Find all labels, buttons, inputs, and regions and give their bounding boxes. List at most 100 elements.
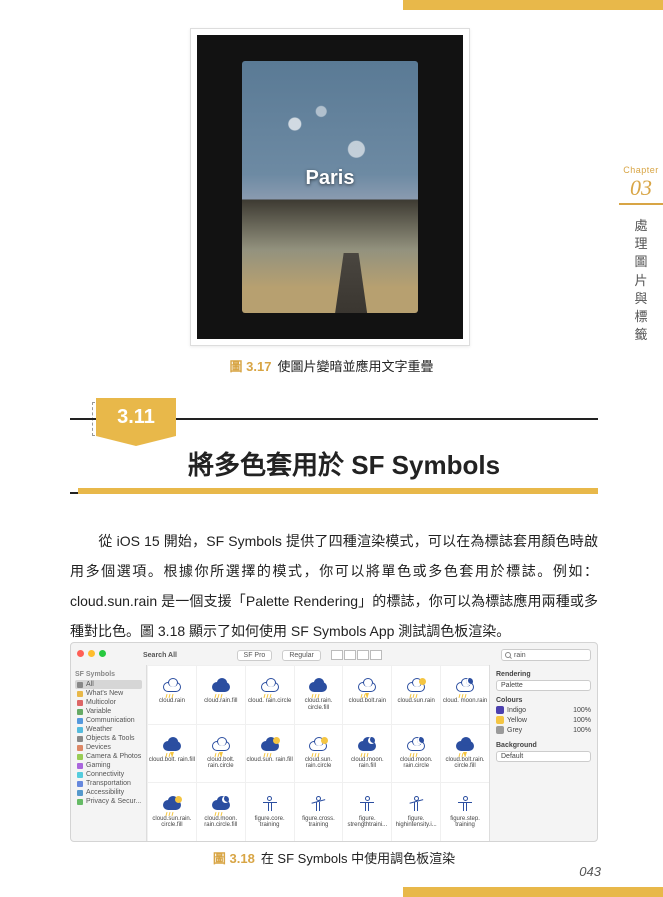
sidebar-label: Weather [86, 726, 112, 733]
symbol-name: cloud.bolt.rain. circle.fill [441, 757, 489, 770]
colour-swatch [496, 706, 504, 714]
sf-symbols-app-screenshot: Search All SF Pro Regular rain SF Symbol… [70, 642, 598, 842]
symbol-cell[interactable]: cloud.moon. rain.circle.fill [196, 782, 245, 841]
sidebar-label: Privacy & Secur... [86, 798, 141, 805]
sidebar-item[interactable]: Accessibility [75, 788, 142, 797]
symbol-cell[interactable]: cloud.sun.rain. circle.fill [147, 782, 196, 841]
section-number-badge: 3.11 [96, 398, 176, 436]
symbol-grid[interactable]: cloud.rain cloud.rain.fill cloud. rain.cir… [147, 665, 489, 841]
sidebar-label: Transportation [86, 780, 131, 787]
symbol-icon [211, 678, 231, 696]
symbol-cell[interactable]: cloud.rain. circle.fill [294, 665, 343, 724]
symbol-icon [308, 737, 328, 755]
sidebar-item[interactable]: Devices [75, 743, 142, 752]
sidebar-item[interactable]: Weather [75, 725, 142, 734]
colour-row[interactable]: Indigo100% [496, 706, 591, 714]
background-label: Background [496, 742, 591, 749]
background-dropdown[interactable]: Default [496, 751, 591, 762]
colour-value: 100% [573, 707, 591, 714]
symbol-cell[interactable]: cloud.sun.rain [391, 665, 440, 724]
symbol-name: cloud.rain.fill [204, 698, 237, 711]
symbol-icon [308, 678, 328, 696]
symbol-icon [455, 737, 475, 755]
symbol-cell[interactable]: cloud. rain.circle [245, 665, 294, 724]
search-icon [505, 652, 511, 658]
symbol-cell[interactable]: figure.core. training [245, 782, 294, 841]
sidebar-item[interactable]: What's New [75, 689, 142, 698]
maximize-icon[interactable] [99, 650, 106, 657]
colour-name: Yellow [507, 717, 527, 724]
view-segmented[interactable] [331, 650, 382, 660]
category-icon [77, 799, 83, 805]
symbol-cell[interactable]: figure. strengthtraini... [342, 782, 391, 841]
colour-value: 100% [573, 717, 591, 724]
sidebar-label: Gaming [86, 762, 111, 769]
font-dropdown[interactable]: SF Pro [237, 650, 273, 661]
symbol-cell[interactable]: cloud.rain.fill [196, 665, 245, 724]
figure-label: 圖 3.18 [213, 851, 255, 866]
symbol-cell[interactable]: cloud.bolt.rain. circle.fill [440, 724, 489, 783]
symbol-cell[interactable]: cloud.rain [147, 665, 196, 724]
symbol-cell[interactable]: cloud.moon. rain.fill [342, 724, 391, 783]
figure-3-18-caption: 圖 3.18 在 SF Symbols 中使用調色板渲染 [70, 848, 598, 867]
symbol-name: figure.cross. training [295, 816, 343, 829]
sidebar-item[interactable]: Multicolor [75, 698, 142, 707]
search-input[interactable]: rain [501, 649, 591, 661]
sf-toolbar: Search All SF Pro Regular rain [143, 647, 591, 663]
minimize-icon[interactable] [88, 650, 95, 657]
symbol-name: cloud. moon.rain [443, 698, 487, 711]
symbol-icon [455, 796, 475, 814]
sidebar-label: Communication [86, 717, 135, 724]
symbol-cell[interactable]: cloud.bolt. rain.circle [196, 724, 245, 783]
symbol-name: figure.step. training [441, 816, 489, 829]
sidebar-item[interactable]: Objects & Tools [75, 734, 142, 743]
category-icon [77, 745, 83, 751]
rendering-dropdown[interactable]: Palette [496, 680, 591, 691]
symbol-cell[interactable]: figure.cross. training [294, 782, 343, 841]
symbol-cell[interactable]: cloud.moon. rain.circle [391, 724, 440, 783]
rendering-label: Rendering [496, 671, 591, 678]
symbol-cell[interactable]: cloud.sun. rain.circle [294, 724, 343, 783]
sidebar-item[interactable]: All [75, 680, 142, 689]
sidebar-header: SF Symbols [75, 671, 142, 678]
symbol-name: figure.core. training [246, 816, 294, 829]
symbol-cell[interactable]: cloud.bolt.rain [342, 665, 391, 724]
bottom-accent [403, 887, 663, 897]
category-icon [77, 781, 83, 787]
sidebar-label: Camera & Photos [86, 753, 141, 760]
figure-3-17-caption: 圖 3.17使圖片變暗並應用文字重疊 [0, 356, 663, 375]
symbol-name: cloud.moon. rain.circle.fill [197, 816, 245, 829]
sidebar-item[interactable]: Transportation [75, 779, 142, 788]
sidebar-item[interactable]: Privacy & Secur... [75, 797, 142, 806]
symbol-name: figure. highintensity.i... [392, 816, 440, 829]
colour-swatch [496, 726, 504, 734]
sidebar-item[interactable]: Variable [75, 707, 142, 716]
sidebar-item[interactable]: Gaming [75, 761, 142, 770]
symbol-icon [406, 737, 426, 755]
page-number: 043 [579, 864, 601, 879]
colour-row[interactable]: Grey100% [496, 726, 591, 734]
symbol-name: cloud.bolt. rain.circle [197, 757, 245, 770]
device-dark-bg: Paris [197, 35, 463, 339]
category-icon [77, 682, 83, 688]
sidebar-item[interactable]: Camera & Photos [75, 752, 142, 761]
colour-row[interactable]: Yellow 100% [496, 716, 591, 724]
category-icon [77, 727, 83, 733]
symbol-cell[interactable]: cloud.sun. rain.fill [245, 724, 294, 783]
weight-dropdown[interactable]: Regular [282, 650, 321, 661]
category-icon [77, 763, 83, 769]
symbol-name: cloud.rain [159, 698, 185, 711]
close-icon[interactable] [77, 650, 84, 657]
symbol-cell[interactable]: figure. highintensity.i... [391, 782, 440, 841]
category-icon [77, 772, 83, 778]
category-icon [77, 691, 83, 697]
sidebar-label: Accessibility [86, 789, 124, 796]
symbol-cell[interactable]: figure.step. training [440, 782, 489, 841]
symbol-icon [406, 678, 426, 696]
figure-text: 在 SF Symbols 中使用調色板渲染 [261, 851, 455, 866]
sidebar-item[interactable]: Connectivity [75, 770, 142, 779]
sidebar-item[interactable]: Communication [75, 716, 142, 725]
symbol-cell[interactable]: cloud. moon.rain [440, 665, 489, 724]
symbol-cell[interactable]: cloud.bolt. rain.fill [147, 724, 196, 783]
colour-swatch [496, 716, 504, 724]
